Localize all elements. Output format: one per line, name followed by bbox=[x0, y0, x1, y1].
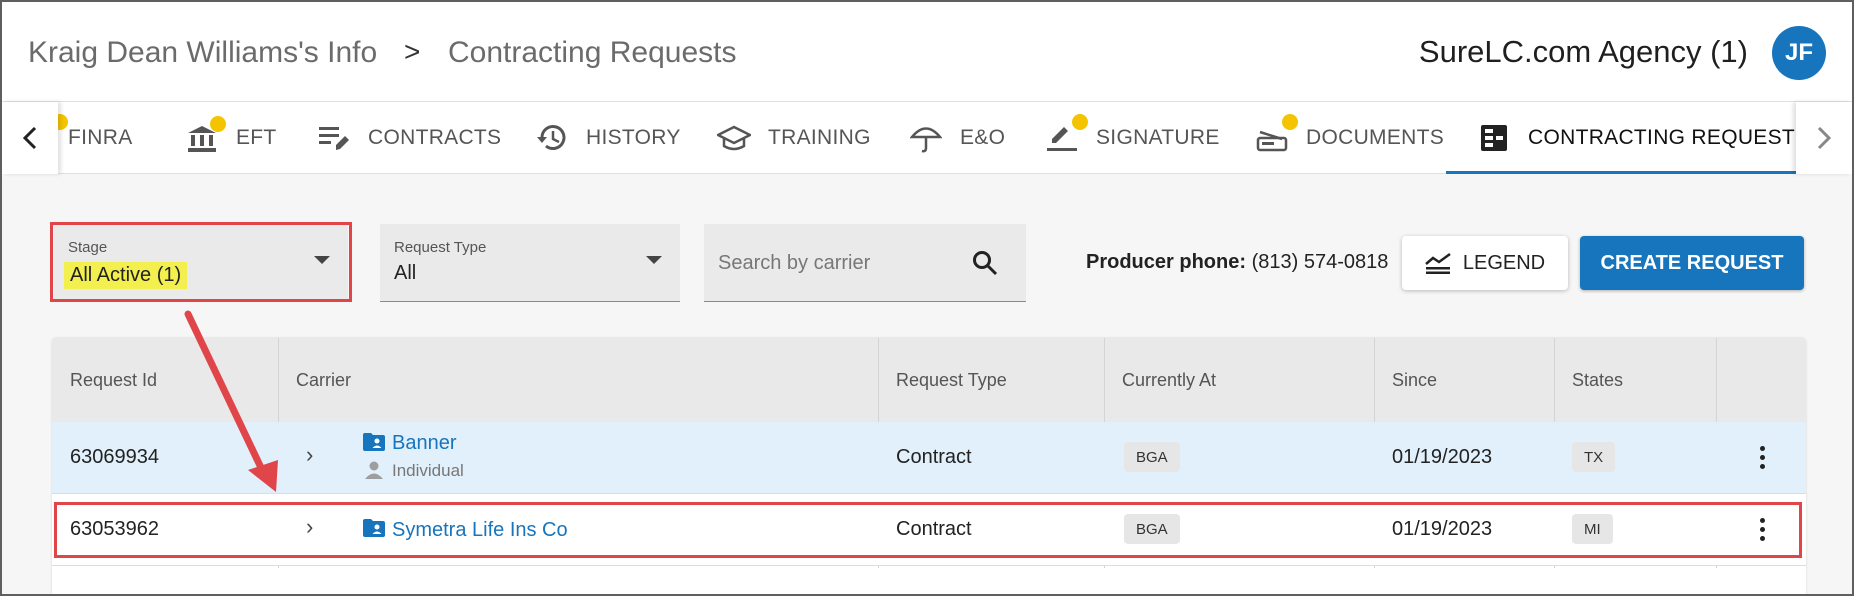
tab-label: EFT bbox=[236, 126, 277, 149]
avatar[interactable]: JF bbox=[1772, 26, 1826, 80]
folder-account-icon bbox=[363, 519, 385, 537]
tab-eft[interactable]: EFT bbox=[184, 102, 277, 174]
request-type: Contract bbox=[896, 446, 972, 468]
state-chip: TX bbox=[1572, 442, 1616, 472]
tab-label: TRAINING bbox=[768, 126, 871, 149]
tab-bar: FINRA EFT CONTRACTS HISTORY TRAINING E&O… bbox=[2, 102, 1852, 174]
request-id: 63053962 bbox=[70, 518, 159, 540]
request-id: 63069934 bbox=[70, 446, 159, 468]
legend-label: LEGEND bbox=[1462, 251, 1546, 274]
header-request-id[interactable]: Request Id bbox=[70, 370, 157, 391]
breadcrumb-parent[interactable]: Kraig Dean Williams's Info bbox=[28, 36, 377, 70]
state-chip: MI bbox=[1572, 514, 1613, 544]
expand-chevron-icon[interactable]: › bbox=[306, 514, 313, 540]
agency-name[interactable]: SureLC.com Agency (1) bbox=[1419, 34, 1748, 70]
header-since[interactable]: Since bbox=[1392, 370, 1437, 391]
tab-label: E&O bbox=[960, 126, 1006, 149]
producer-phone-value: (813) 574-0818 bbox=[1251, 251, 1389, 273]
stage-select[interactable]: Stage All Active (1) bbox=[54, 224, 348, 302]
edit-list-icon bbox=[316, 120, 352, 156]
school-icon bbox=[716, 120, 752, 156]
folder-account-icon bbox=[363, 433, 385, 451]
dashboard-icon bbox=[1476, 120, 1512, 156]
tab-label: SIGNATURE bbox=[1096, 126, 1220, 149]
request-type-value: All bbox=[394, 262, 417, 284]
carrier-search[interactable]: Search by carrier bbox=[704, 224, 1026, 302]
tab-label: FINRA bbox=[68, 126, 133, 149]
scroll-left-button[interactable] bbox=[2, 102, 58, 174]
person-icon bbox=[365, 461, 383, 479]
tab-documents[interactable]: DOCUMENTS bbox=[1254, 102, 1444, 174]
since-date: 01/19/2023 bbox=[1392, 518, 1493, 540]
scanner-icon bbox=[1254, 114, 1298, 156]
tab-label: HISTORY bbox=[586, 126, 681, 149]
tab-history[interactable]: HISTORY bbox=[534, 102, 681, 174]
carrier-subtype: Individual bbox=[392, 461, 464, 480]
scroll-right-button[interactable] bbox=[1796, 102, 1852, 174]
chevron-left-icon bbox=[22, 126, 37, 150]
carrier-link[interactable]: Symetra Life Ins Co bbox=[392, 519, 568, 542]
request-type: Contract bbox=[896, 518, 972, 540]
header: Kraig Dean Williams's Info > Contracting… bbox=[2, 2, 1852, 102]
header-states[interactable]: States bbox=[1572, 370, 1623, 391]
caret-down-icon bbox=[646, 256, 662, 264]
producer-phone: Producer phone: (813) 574-0818 bbox=[1086, 251, 1388, 274]
more-vert-icon[interactable] bbox=[1760, 518, 1766, 541]
tab-signature[interactable]: SIGNATURE bbox=[1044, 102, 1220, 174]
table-header: Request Id Carrier Request Type Currentl… bbox=[52, 338, 1806, 422]
umbrella-icon bbox=[908, 120, 944, 156]
carrier-link[interactable]: Banner bbox=[392, 432, 457, 455]
tab-contracting-requests[interactable]: CONTRACTING REQUESTS bbox=[1445, 102, 1836, 174]
search-icon[interactable] bbox=[972, 250, 998, 276]
header-currently-at[interactable]: Currently At bbox=[1122, 370, 1216, 391]
legend-icon bbox=[1425, 252, 1451, 274]
stage-value: All Active (1) bbox=[64, 262, 188, 289]
tab-contracts[interactable]: CONTRACTS bbox=[316, 102, 501, 174]
tab-label: DOCUMENTS bbox=[1306, 126, 1445, 149]
request-type-label: Request Type bbox=[394, 239, 487, 256]
caret-down-icon bbox=[314, 256, 330, 264]
more-vert-icon[interactable] bbox=[1760, 446, 1766, 469]
bank-icon bbox=[184, 116, 226, 156]
legend-button[interactable]: LEGEND bbox=[1402, 236, 1568, 290]
page-title: Contracting Requests bbox=[448, 36, 737, 69]
chevron-right-icon bbox=[1817, 126, 1832, 150]
tab-training[interactable]: TRAINING bbox=[716, 102, 871, 174]
tab-eo[interactable]: E&O bbox=[908, 102, 1005, 174]
expand-chevron-icon[interactable]: › bbox=[306, 442, 313, 468]
currently-at-chip: BGA bbox=[1124, 514, 1180, 544]
app-frame: Kraig Dean Williams's Info > Contracting… bbox=[0, 0, 1854, 596]
history-icon bbox=[534, 120, 570, 156]
search-placeholder: Search by carrier bbox=[718, 252, 871, 274]
currently-at-chip: BGA bbox=[1124, 442, 1180, 472]
producer-phone-label: Producer phone: bbox=[1086, 251, 1247, 273]
since-date: 01/19/2023 bbox=[1392, 446, 1493, 468]
request-type-select[interactable]: Request Type All bbox=[380, 224, 680, 302]
breadcrumb-separator: > bbox=[404, 36, 421, 67]
stage-label: Stage bbox=[68, 239, 108, 256]
tab-label: CONTRACTING REQUESTS bbox=[1528, 126, 1810, 149]
table-row[interactable]: 63069934 › Banner Individual Contract BG… bbox=[52, 422, 1806, 494]
tab-finra[interactable]: FINRA bbox=[52, 102, 133, 174]
pen-icon bbox=[1044, 114, 1088, 156]
tab-label: CONTRACTS bbox=[368, 126, 502, 149]
table-row[interactable]: 63053962 › Symetra Life Ins Co Contract … bbox=[52, 494, 1806, 566]
create-request-button[interactable]: CREATE REQUEST bbox=[1580, 236, 1804, 290]
header-carrier[interactable]: Carrier bbox=[296, 370, 351, 391]
requests-table: Request Id Carrier Request Type Currentl… bbox=[52, 338, 1806, 594]
header-request-type[interactable]: Request Type bbox=[896, 370, 1007, 391]
